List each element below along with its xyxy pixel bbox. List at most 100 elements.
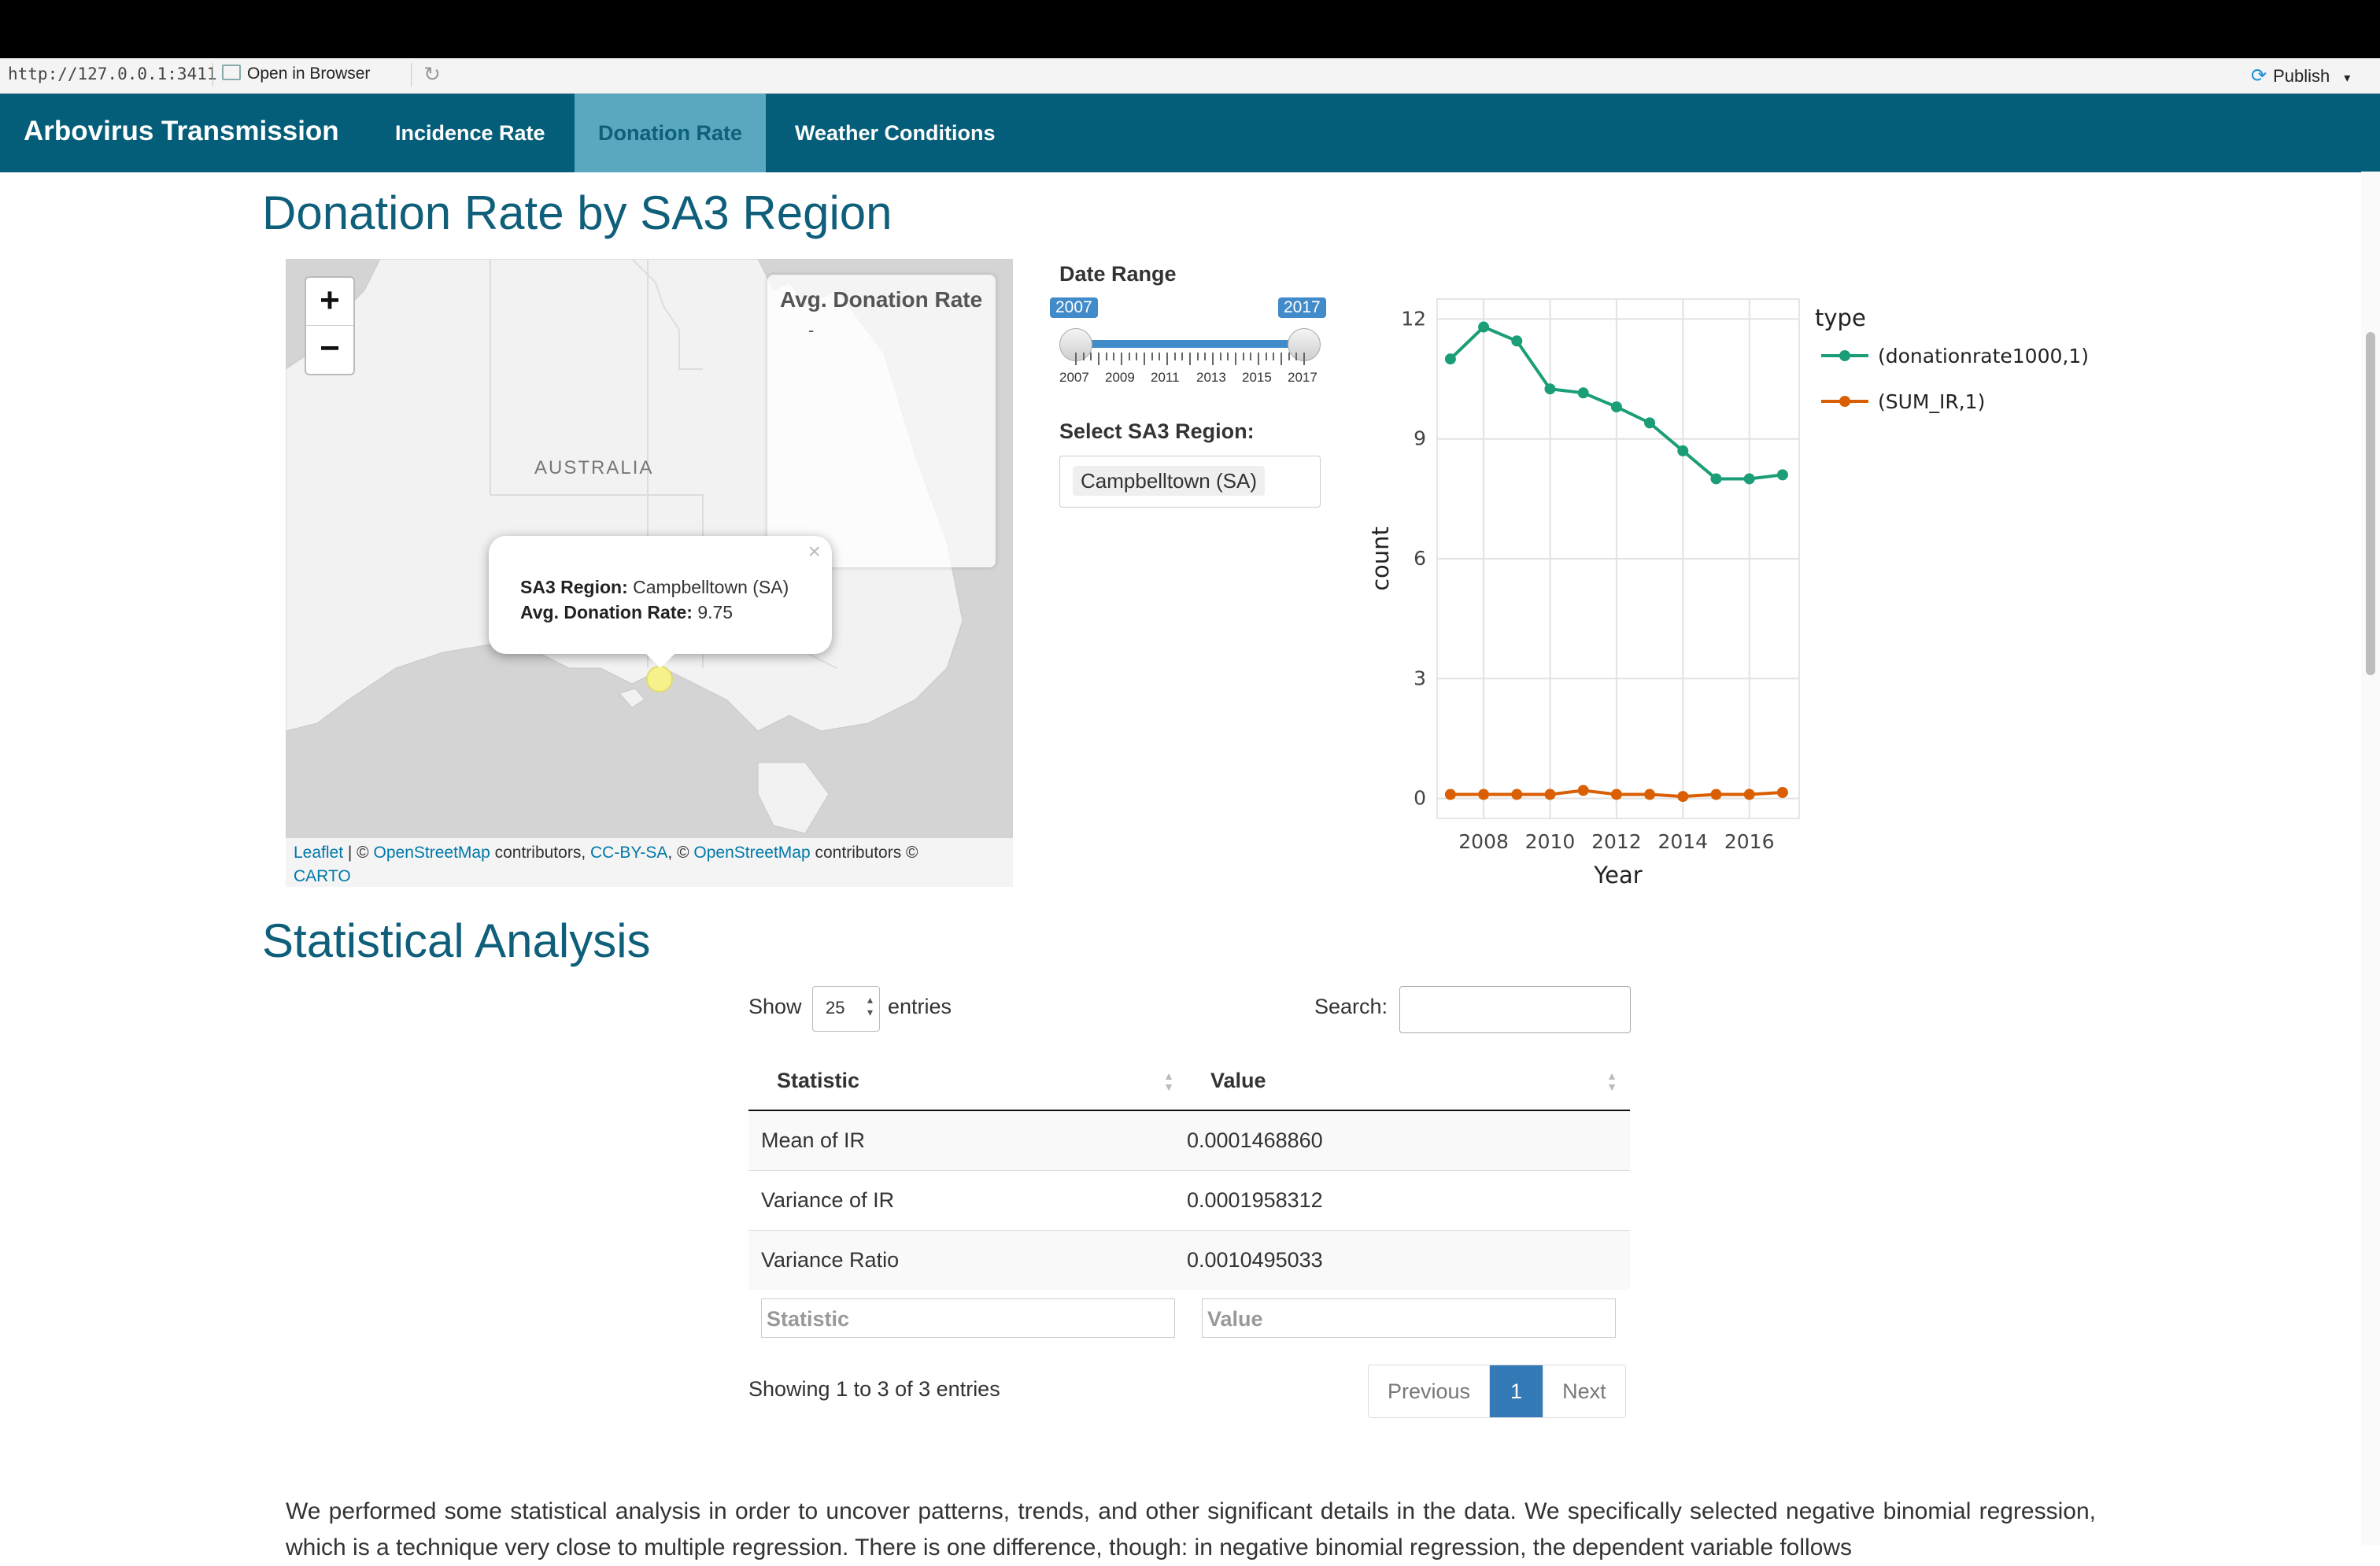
data-point: [1478, 321, 1490, 333]
leaflet-link[interactable]: Leaflet: [294, 844, 343, 862]
x-tick-label: 2010: [1525, 830, 1576, 853]
y-tick-label: 12: [1401, 307, 1426, 330]
osm-link[interactable]: OpenStreetMap: [374, 844, 490, 862]
data-point: [1478, 789, 1490, 800]
statistic-filter-input[interactable]: Statistic: [761, 1298, 1175, 1338]
data-point: [1577, 785, 1589, 796]
slider-tick: [1159, 353, 1161, 360]
tab-weather-conditions[interactable]: Weather Conditions: [771, 94, 1019, 172]
scrollbar-thumb[interactable]: [2366, 332, 2375, 675]
data-point: [1610, 789, 1622, 800]
slider-tick: [1189, 353, 1191, 365]
table-cell: 0.0001468860: [1187, 1110, 1630, 1171]
publish-icon: ⟳: [2251, 65, 2267, 87]
date-range-label: Date Range: [1059, 262, 1177, 286]
entries-label: entries: [888, 995, 952, 1018]
sort-icon: ▲ ▼: [1606, 1069, 1617, 1093]
publish-button[interactable]: ⟳ Publish ▾: [2251, 65, 2350, 87]
data-point: [1511, 789, 1523, 800]
page-1-button[interactable]: 1: [1489, 1365, 1543, 1417]
zoom-control: + −: [305, 276, 355, 375]
slider-tick: [1136, 353, 1138, 360]
table-row[interactable]: Mean of IR 0.0001468860: [748, 1110, 1630, 1171]
slider-tick: [1281, 353, 1282, 365]
slider-tick: [1196, 353, 1199, 360]
table-cell: Variance of IR: [748, 1170, 1187, 1231]
slider-tick: [1273, 353, 1275, 360]
table-info: Showing 1 to 3 of 3 entries: [748, 1377, 1000, 1401]
zoom-out-button[interactable]: −: [306, 325, 353, 373]
app-brand[interactable]: Arbovirus Transmission: [24, 116, 339, 147]
osm-link[interactable]: OpenStreetMap: [693, 844, 810, 862]
x-tick-label: 2012: [1591, 830, 1642, 853]
x-tick-label: 2008: [1458, 830, 1509, 853]
legend-marker: [1839, 396, 1850, 407]
value-filter-input[interactable]: Value: [1202, 1298, 1616, 1338]
popup-rate-label: Avg. Donation Rate:: [520, 602, 693, 622]
carto-link[interactable]: CARTO: [294, 867, 351, 885]
popup-tip: [645, 652, 676, 668]
tab-donation-rate[interactable]: Donation Rate: [575, 94, 767, 172]
previous-button[interactable]: Previous: [1369, 1365, 1489, 1417]
analysis-paragraph: We performed some statistical analysis i…: [286, 1498, 2096, 1560]
stats-title: Statistical Analysis: [262, 914, 651, 967]
cc-by-sa-link[interactable]: CC-BY-SA: [590, 844, 667, 862]
data-point: [1577, 387, 1589, 399]
column-header-value[interactable]: Value ▲ ▼: [1187, 1051, 1630, 1111]
region-map[interactable]: + − AUSTRALIA Avg. Donation Rate - × SA3…: [286, 259, 1013, 887]
slider-tick: [1113, 353, 1115, 360]
column-label: Value: [1210, 1068, 1266, 1092]
table-row[interactable]: Variance of IR 0.0001958312: [748, 1170, 1630, 1231]
region-select-value[interactable]: Campbelltown (SA): [1073, 466, 1265, 496]
data-point: [1444, 353, 1456, 365]
data-point: [1677, 445, 1689, 456]
slider-tick: [1227, 353, 1229, 360]
data-point: [1444, 789, 1456, 800]
open-in-browser-button[interactable]: Open in Browser: [222, 65, 370, 83]
data-point: [1776, 469, 1788, 481]
slider-tick: [1250, 353, 1252, 360]
slider-tick: [1075, 353, 1077, 365]
slider-tick: [1288, 353, 1290, 360]
slider-tick-label: 2011: [1151, 370, 1180, 385]
x-tick-label: 2014: [1658, 830, 1708, 853]
search-input[interactable]: [1399, 986, 1631, 1033]
y-tick-label: 6: [1414, 547, 1426, 570]
slider-tick: [1212, 353, 1214, 365]
show-label: Show: [748, 995, 802, 1018]
column-header-statistic[interactable]: Statistic ▲ ▼: [748, 1051, 1187, 1111]
date-range-bar: [1075, 340, 1303, 348]
region-select[interactable]: Campbelltown (SA): [1059, 456, 1321, 508]
popup-rate-value: 9.75: [697, 602, 734, 622]
legend-label: (SUM_IR,1): [1878, 390, 1985, 413]
url-text[interactable]: http://127.0.0.1:3411: [8, 65, 217, 83]
data-point: [1644, 789, 1656, 800]
tab-incidence-rate[interactable]: Incidence Rate: [371, 94, 569, 172]
slider-tick: [1242, 353, 1244, 360]
slider-tick: [1105, 353, 1107, 360]
slider-tick-label: 2009: [1105, 370, 1135, 385]
slider-ticks: [1075, 353, 1305, 368]
data-point: [1776, 787, 1788, 798]
slider-tick: [1265, 353, 1267, 360]
data-point: [1544, 383, 1556, 395]
table-row[interactable]: Variance Ratio 0.0010495033: [748, 1230, 1630, 1290]
toolbar-divider: [411, 63, 412, 87]
y-tick-label: 9: [1414, 427, 1426, 450]
data-point: [1710, 473, 1722, 485]
next-button[interactable]: Next: [1543, 1365, 1625, 1417]
x-tick-label: 2016: [1724, 830, 1775, 853]
map-attribution: Leaflet | © OpenStreetMap contributors, …: [286, 838, 1013, 887]
close-icon[interactable]: ×: [808, 539, 821, 564]
refresh-icon[interactable]: ↻: [421, 63, 443, 85]
region-select-label: Select SA3 Region:: [1059, 419, 1255, 443]
attribution-text: contributors,: [490, 844, 590, 862]
zoom-in-button[interactable]: +: [306, 278, 353, 325]
map-legend: Avg. Donation Rate -: [767, 275, 996, 567]
slider-tick: [1204, 353, 1207, 360]
slider-tick: [1258, 353, 1259, 365]
chevron-down-icon: ▾: [2344, 72, 2351, 85]
entries-length-select[interactable]: 25 ▴ ▾: [812, 986, 880, 1032]
slider-tick: [1173, 353, 1176, 360]
search-label: Search:: [1314, 995, 1388, 1018]
